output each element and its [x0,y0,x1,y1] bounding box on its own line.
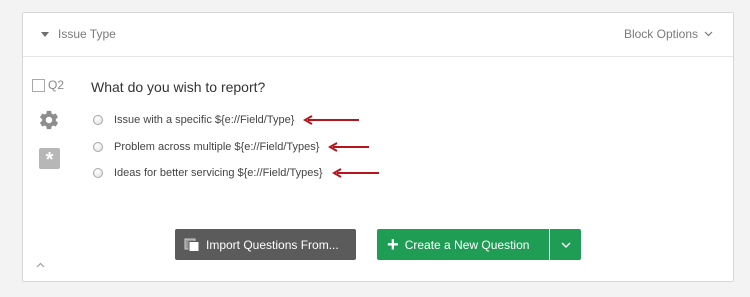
choice-label: Ideas for better servicing ${e://Field/T… [114,167,323,179]
block-options-menu[interactable]: Block Options [624,27,713,41]
caret-down-icon[interactable] [41,32,49,37]
plus-icon: + [387,233,399,256]
arrow-left-icon [303,115,360,125]
gear-icon[interactable] [38,109,60,131]
import-questions-button[interactable]: Import Questions From... [175,229,356,260]
question-text[interactable]: What do you wish to report? [91,79,265,95]
asterisk-icon[interactable]: * [39,148,60,171]
choice-label: Issue with a specific ${e://Field/Type} [114,114,295,126]
import-questions-label: Import Questions From... [206,237,339,252]
choice-2[interactable]: Problem across multiple ${e://Field/Type… [93,141,370,153]
radio-button[interactable] [93,142,103,152]
arrow-left-icon [328,142,370,152]
question-number: Q2 [48,78,65,92]
block-title[interactable]: Issue Type [58,27,116,41]
block-options-label: Block Options [623,27,698,41]
chevron-down-icon [704,31,713,37]
radio-button[interactable] [93,168,103,178]
question-block: Issue Type Block Options Q2 * What do yo… [22,12,734,282]
create-question-dropdown-button[interactable] [550,229,581,260]
copy-icon [184,238,200,252]
caret-up-icon[interactable] [36,262,45,268]
chevron-down-icon [561,242,570,248]
question-select-checkbox[interactable] [32,79,45,92]
choice-1[interactable]: Issue with a specific ${e://Field/Type} [93,114,360,126]
arrow-left-icon [331,168,379,178]
create-new-question-button[interactable]: + Create a New Question [377,229,549,260]
choice-3[interactable]: Ideas for better servicing ${e://Field/T… [93,167,380,179]
create-new-question-label: Create a New Question [404,237,530,252]
block-header: Issue Type Block Options [23,13,733,57]
radio-button[interactable] [93,115,103,125]
choice-label: Problem across multiple ${e://Field/Type… [114,141,320,153]
